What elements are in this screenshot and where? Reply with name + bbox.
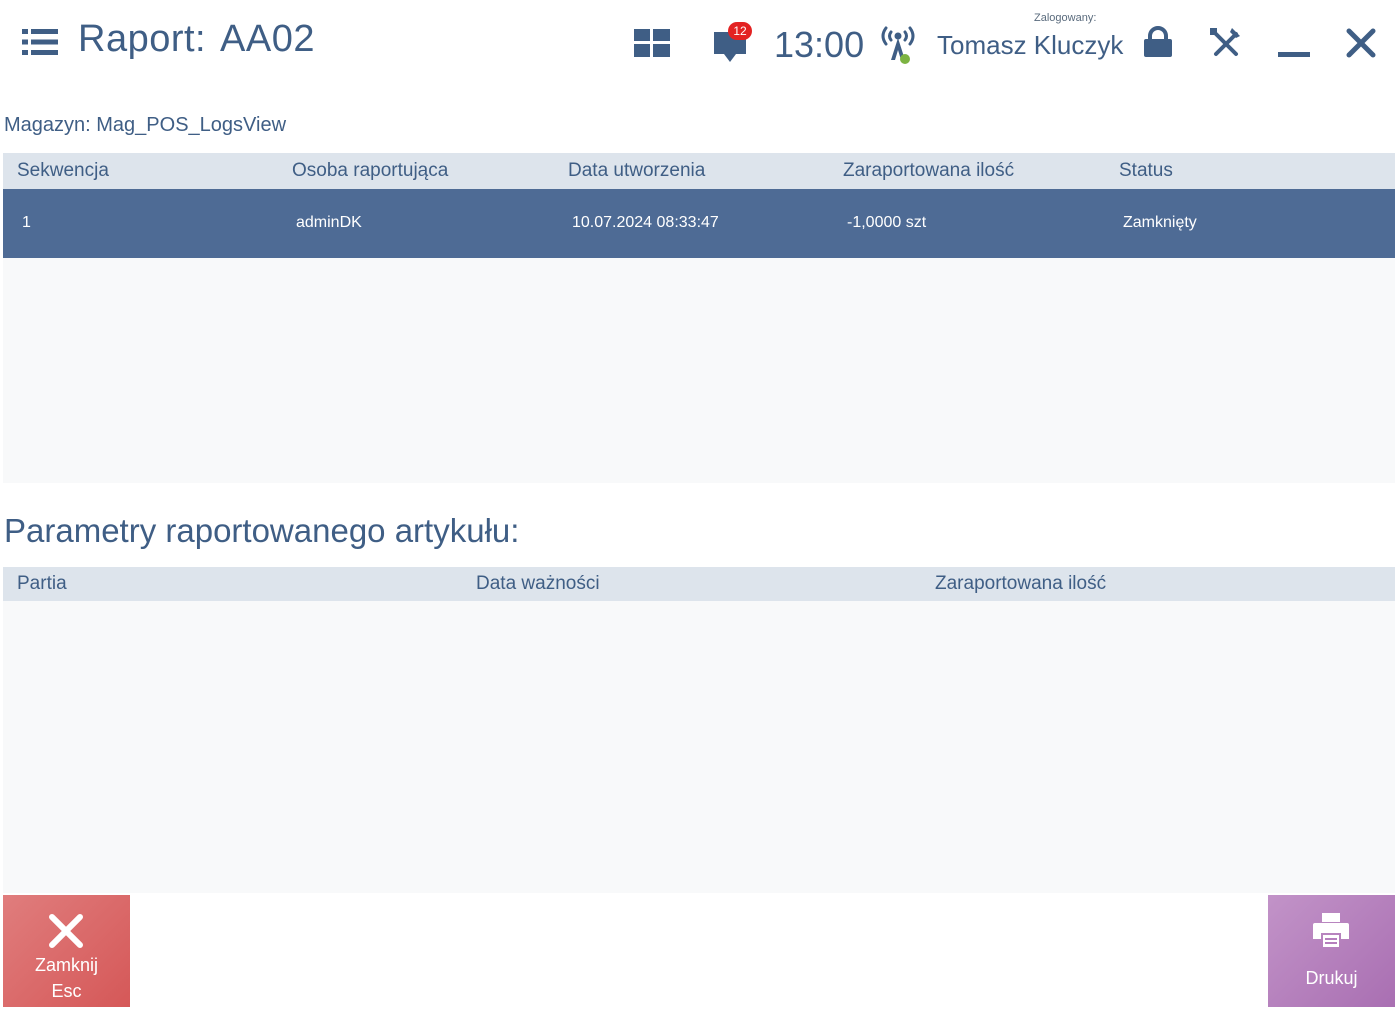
report-details-screen: Raport: AA02 12 13:00 Zalogowany: Tomasz… [0,0,1399,1019]
column-header-reported-quantity[interactable]: Zaraportowana ilość [935,573,1106,595]
top-bar: Raport: AA02 12 13:00 Zalogowany: Tomasz… [0,0,1399,90]
warehouse-label: Magazyn: Mag_POS_LogsView [4,114,287,136]
params-table: Partia Data ważności Zaraportowana ilość [3,567,1395,893]
column-header-status[interactable]: Status [1119,160,1173,182]
tools-icon[interactable] [1208,26,1242,60]
cell-created: 10.07.2024 08:33:47 [572,214,719,231]
params-table-header: Partia Data ważności Zaraportowana ilość [3,567,1395,601]
column-header-batch[interactable]: Partia [17,573,67,595]
print-button-label: Drukuj [1305,968,1358,988]
user-name[interactable]: Tomasz Kluczyk [937,30,1123,61]
signal-icon[interactable] [878,24,918,66]
tiles-icon[interactable] [634,29,670,57]
column-header-quantity[interactable]: Zaraportowana ilość [843,160,1014,182]
report-table: Sekwencja Osoba raportująca Data utworze… [3,153,1395,483]
report-table-header: Sekwencja Osoba raportująca Data utworze… [3,153,1395,189]
logged-in-label: Zalogowany: [1034,12,1097,24]
cell-quantity: -1,0000 szt [847,214,927,231]
column-header-person[interactable]: Osoba raportująca [292,160,448,182]
minimize-icon[interactable] [1278,28,1310,60]
clock: 13:00 [774,24,865,65]
close-button-shortcut: Esc [51,981,82,1001]
cell-person: adminDK [296,214,362,231]
close-icon[interactable] [1344,26,1378,60]
printer-icon [1313,913,1349,947]
column-header-created[interactable]: Data utworzenia [568,160,705,182]
close-button[interactable]: Zamknij Esc [3,895,130,1007]
close-button-label: Zamknij [34,955,98,975]
notification-badge: 12 [728,22,752,40]
close-x-icon [49,914,83,948]
menu-list-icon[interactable] [22,28,58,56]
page-title-label: Raport: [78,18,207,60]
page-title-code: AA02 [220,18,315,60]
cell-status: Zamknięty [1123,214,1197,231]
lock-icon[interactable] [1142,26,1174,58]
column-header-expiry[interactable]: Data ważności [476,573,600,595]
section-title: Parametry raportowanego artykułu: [4,512,520,549]
table-row[interactable]: 1 adminDK 10.07.2024 08:33:47 -1,0000 sz… [3,189,1395,258]
column-header-sequence[interactable]: Sekwencja [17,160,109,182]
print-button[interactable]: Drukuj [1268,895,1395,1007]
cell-sequence: 1 [22,214,31,231]
